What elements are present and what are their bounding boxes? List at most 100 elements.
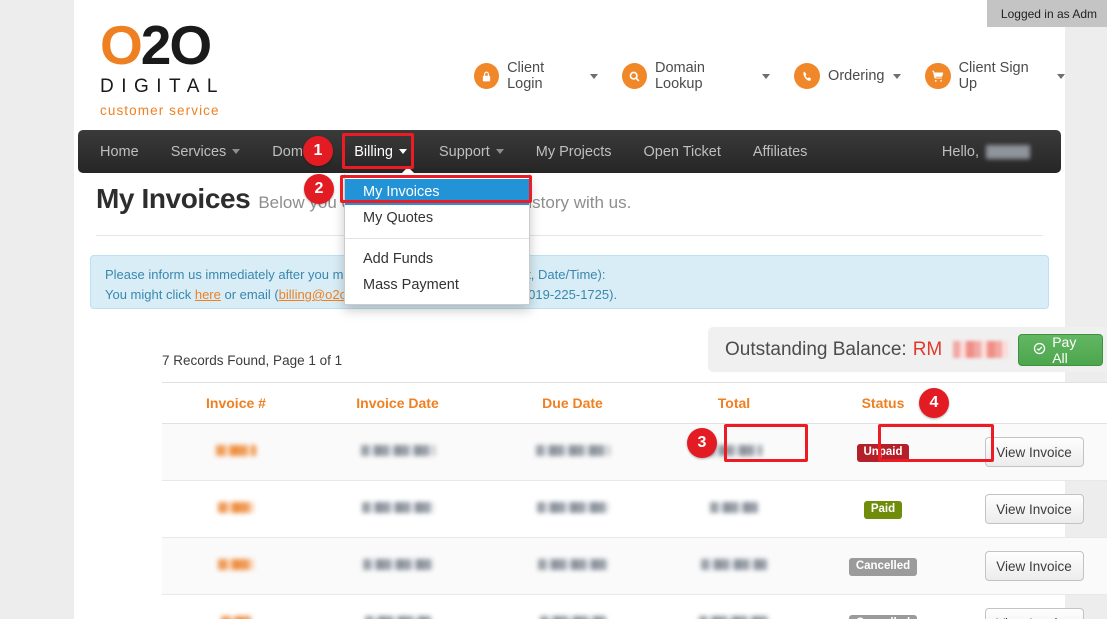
table-row[interactable]: Unpaid View Invoice <box>162 423 1107 481</box>
logo-wordmark: DIGITAL <box>100 76 225 97</box>
cell-total <box>660 480 808 538</box>
balance-amount-redacted <box>953 341 1009 358</box>
logo-two: 2 <box>140 14 172 76</box>
lock-icon <box>474 63 500 89</box>
invoice-date-redacted <box>362 559 433 570</box>
nav-item-affiliates[interactable]: Affiliates <box>737 130 824 173</box>
quicklink-domain-lookup[interactable]: Domain Lookup <box>621 60 771 92</box>
view-invoice-button[interactable]: View Invoice <box>984 551 1084 581</box>
chevron-down-icon <box>398 149 407 154</box>
quicklink-label: Client Login <box>507 60 545 92</box>
chevron-down-icon <box>762 73 771 79</box>
site-header: O2O DIGITAL customer service Client Logi… <box>74 0 1065 130</box>
page-subtitle-end: history with us. <box>518 193 632 212</box>
check-circle-icon <box>1033 342 1046 358</box>
nav-item-support[interactable]: Support <box>423 130 520 173</box>
phone-icon <box>794 63 821 89</box>
dropdown-item-mass-payment[interactable]: Mass Payment <box>345 272 529 298</box>
view-invoice-button[interactable]: View Invoice <box>984 608 1084 619</box>
dropdown-item-add-funds[interactable]: Add Funds <box>345 246 529 272</box>
logo-o-first: O <box>100 14 143 76</box>
page-canvas: O2O DIGITAL customer service Client Logi… <box>74 0 1107 619</box>
due-date-redacted <box>535 445 610 456</box>
cell-invoice-number[interactable] <box>162 480 310 538</box>
title-divider <box>96 235 1043 236</box>
nav-item-services[interactable]: Services <box>155 130 257 173</box>
cell-status: Paid <box>808 480 958 538</box>
invoice-date-redacted <box>361 502 434 513</box>
invoice-date-redacted <box>360 445 435 456</box>
alert-email-link[interactable]: billing@o2o <box>279 287 347 302</box>
alert-here-link[interactable]: here <box>195 287 221 302</box>
chevron-down-icon <box>1057 73 1065 79</box>
balance-label: Outstanding Balance: <box>725 338 907 360</box>
cell-due-date <box>485 480 660 538</box>
invoices-table-wrapper: Invoice # Invoice Date Due Date Total St… <box>162 382 1107 619</box>
cart-icon <box>925 63 951 89</box>
invoices-table: Invoice # Invoice Date Due Date Total St… <box>162 382 1107 619</box>
total-redacted <box>701 559 767 570</box>
main-navigation: Home Services Domain Billing Support My … <box>74 130 1065 173</box>
cell-actions: View Invoice <box>958 423 1107 481</box>
status-badge: Unpaid <box>856 443 910 463</box>
view-invoice-button[interactable]: View Invoice <box>984 494 1084 524</box>
cell-invoice-number[interactable] <box>162 537 310 595</box>
nav-label: My Projects <box>535 143 612 160</box>
magnifier-icon <box>621 63 647 89</box>
table-header-row: Invoice # Invoice Date Due Date Total St… <box>162 382 1107 424</box>
table-row[interactable]: Paid View Invoice <box>162 480 1107 538</box>
dropdown-item-my-invoices[interactable]: My Invoices <box>345 179 529 205</box>
column-header-due-date[interactable]: Due Date <box>485 382 660 424</box>
due-date-redacted <box>537 559 608 570</box>
logo-mark: O2O <box>100 16 290 74</box>
cell-invoice-number[interactable] <box>162 594 310 619</box>
invoice-number-redacted <box>216 445 256 456</box>
table-row[interactable]: Cancelled View Invoice <box>162 537 1107 595</box>
screenshot-root: O2O DIGITAL customer service Client Logi… <box>0 0 1107 619</box>
cell-invoice-number[interactable] <box>162 423 310 481</box>
alert-line-1: Please inform us immediately after you m… <box>105 265 1034 285</box>
column-header-invoice-date[interactable]: Invoice Date <box>310 382 485 424</box>
cell-total <box>660 537 808 595</box>
column-header-invoice-number[interactable]: Invoice # <box>162 382 310 424</box>
quicklink-ordering[interactable]: Ordering <box>794 63 902 89</box>
nav-label: Open Ticket <box>643 143 721 160</box>
logged-in-text: Logged in as Adm <box>1000 6 1097 21</box>
step-badge-1: 1 <box>303 136 333 166</box>
step-badge-4: 4 <box>919 388 949 418</box>
invoice-number-redacted <box>218 559 254 570</box>
status-badge: Cancelled <box>848 557 918 577</box>
invoice-number-redacted <box>218 502 254 513</box>
due-date-redacted <box>536 502 609 513</box>
step-badge-2: 2 <box>304 174 334 204</box>
nav-item-home[interactable]: Home <box>78 130 155 173</box>
account-greeting: Hello, <box>941 143 979 160</box>
account-menu[interactable]: Hello, <box>942 144 1061 160</box>
cell-status: Cancelled <box>808 537 958 595</box>
pay-all-button[interactable]: Pay All <box>1018 333 1103 366</box>
nav-item-my-projects[interactable]: My Projects <box>520 130 628 173</box>
dropdown-item-my-quotes[interactable]: My Quotes <box>345 205 529 231</box>
cell-actions: View Invoice <box>958 594 1107 619</box>
quicklink-label: Domain Lookup <box>654 60 705 92</box>
column-header-total[interactable]: Total <box>660 382 808 424</box>
column-header-actions <box>958 382 1107 424</box>
view-invoice-button[interactable]: View Invoice <box>984 437 1084 467</box>
quicklink-client-login[interactable]: Client Login <box>474 60 598 92</box>
chevron-down-icon <box>232 149 241 154</box>
nav-item-open-ticket[interactable]: Open Ticket <box>628 130 737 173</box>
status-badge: Cancelled <box>848 614 918 619</box>
table-body: Unpaid View Invoice Paid View Invoice Ca… <box>162 423 1107 619</box>
cell-status: Unpaid <box>808 423 958 481</box>
cell-actions: View Invoice <box>958 480 1107 538</box>
payment-notice-alert: Please inform us immediately after you m… <box>90 255 1049 309</box>
cell-total <box>660 594 808 619</box>
page-title-row: My InvoicesBelow you canhistory with us. <box>74 183 1065 236</box>
nav-label: Home <box>100 143 139 160</box>
quicklink-client-signup[interactable]: Client Sign Up <box>925 60 1065 92</box>
table-head: Invoice # Invoice Date Due Date Total St… <box>162 382 1107 424</box>
table-row[interactable]: Cancelled View Invoice <box>162 594 1107 619</box>
site-logo[interactable]: O2O DIGITAL customer service <box>100 16 290 118</box>
cell-status: Cancelled <box>808 594 958 619</box>
billing-dropdown-menu[interactable]: My Invoices My Quotes Add Funds Mass Pay… <box>344 167 530 305</box>
